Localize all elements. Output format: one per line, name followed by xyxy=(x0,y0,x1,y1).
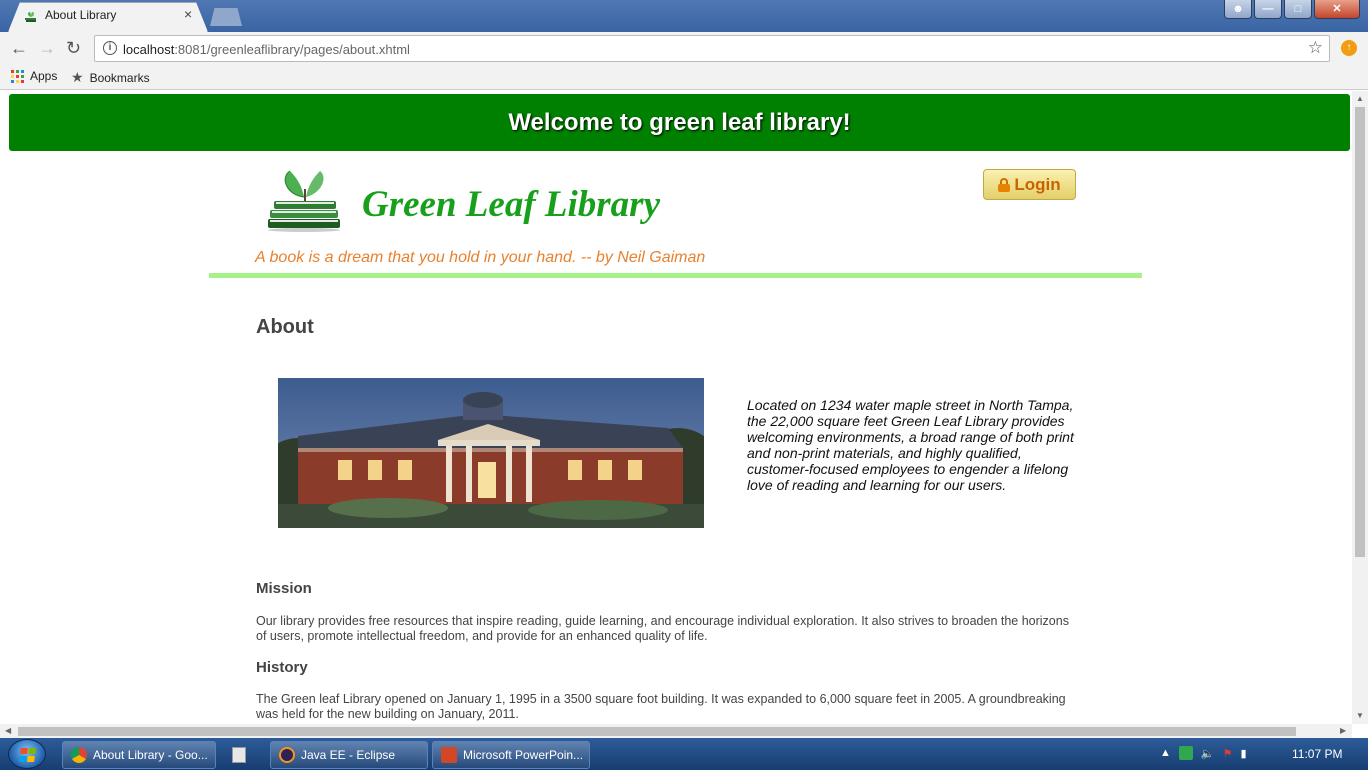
info-icon[interactable]: i xyxy=(103,41,117,55)
taskbar-chrome-label: About Library - Goo... xyxy=(93,748,208,762)
bookmark-bookmarks-label: Bookmarks xyxy=(89,70,150,85)
address-bar[interactable]: i localhost:8081/greenleaflibrary/pages/… xyxy=(94,35,1330,62)
vertical-scroll-thumb[interactable] xyxy=(1355,107,1365,557)
powerpoint-icon xyxy=(441,747,457,763)
taskbar-powerpoint[interactable]: Microsoft PowerPoin... xyxy=(432,741,590,769)
library-building-photo xyxy=(278,378,704,528)
close-window-icon[interactable]: ✕ xyxy=(1314,0,1360,19)
star-icon: ★ xyxy=(71,69,84,85)
login-label: Login xyxy=(1014,174,1061,194)
vertical-scrollbar[interactable]: ▲ ▼ xyxy=(1352,91,1368,724)
bookmark-star-icon[interactable]: ☆ xyxy=(1308,38,1323,58)
taskbar-powerpoint-label: Microsoft PowerPoin... xyxy=(463,748,584,762)
forward-arrow-icon[interactable]: → xyxy=(38,38,56,58)
window-controls: ☻ — □ ✕ xyxy=(1224,0,1360,20)
scroll-down-icon[interactable]: ▼ xyxy=(1356,711,1364,720)
maximize-icon[interactable]: □ xyxy=(1284,0,1312,19)
header-divider xyxy=(209,273,1142,278)
back-arrow-icon[interactable]: ← xyxy=(10,38,28,58)
horizontal-scroll-thumb[interactable] xyxy=(18,727,1296,736)
browser-toolbar: ← → ↻ i localhost:8081/greenleaflibrary/… xyxy=(0,32,1368,64)
books-logo-icon xyxy=(268,170,340,232)
lock-icon xyxy=(998,177,1011,192)
new-tab-button[interactable] xyxy=(210,8,242,26)
bookmark-bookmarks[interactable]: ★ Bookmarks xyxy=(71,69,150,86)
login-button[interactable]: Login xyxy=(983,169,1076,200)
user-icon[interactable]: ☻ xyxy=(1224,0,1252,19)
about-description: Located on 1234 water maple street in No… xyxy=(747,397,1074,493)
minimize-icon[interactable]: — xyxy=(1254,0,1282,19)
windows-taskbar: About Library - Goo... Java EE - Eclipse… xyxy=(0,738,1368,770)
leaf-favicon-icon xyxy=(25,12,36,22)
bookmark-apps[interactable]: Apps xyxy=(11,69,57,83)
page-viewport: Welcome to green leaf library! Green Lea… xyxy=(0,91,1352,724)
tab-close-icon[interactable]: × xyxy=(184,6,192,22)
history-text: The Green leaf Library opened on January… xyxy=(256,692,1066,721)
tab-title: About Library xyxy=(45,8,117,22)
header-quote: A book is a dream that you hold in your … xyxy=(255,249,706,266)
scroll-up-icon[interactable]: ▲ xyxy=(1356,94,1364,103)
library-logo-text: Green Leaf Library xyxy=(362,184,660,225)
system-tray: ▲ 🔈 ⚑ ▮ xyxy=(1160,746,1247,760)
show-hidden-icons[interactable]: ▲ xyxy=(1160,747,1171,759)
security-tray-icon[interactable] xyxy=(1178,746,1193,760)
horizontal-scrollbar[interactable]: ◀ ▶ xyxy=(0,724,1352,738)
bookmarks-bar: Apps ★ Bookmarks xyxy=(0,64,1368,90)
chrome-icon xyxy=(71,747,87,763)
apps-icon xyxy=(11,69,24,83)
extension-icon[interactable]: ↑ xyxy=(1341,40,1357,56)
network-icon[interactable]: ▮ xyxy=(1240,747,1246,760)
action-center-icon[interactable]: ⚑ xyxy=(1223,747,1233,760)
about-heading: About xyxy=(256,316,314,338)
history-heading: History xyxy=(256,659,308,676)
scroll-left-icon[interactable]: ◀ xyxy=(5,726,11,735)
mission-text: Our library provides free resources that… xyxy=(256,614,1069,643)
browser-titlebar: About Library × ☻ — □ ✕ xyxy=(0,0,1368,32)
windows-logo-icon xyxy=(19,748,37,762)
url-text: localhost:8081/greenleaflibrary/pages/ab… xyxy=(123,42,410,57)
start-button[interactable] xyxy=(8,739,46,769)
taskbar-eclipse[interactable]: Java EE - Eclipse xyxy=(270,741,428,769)
taskbar-calculator[interactable] xyxy=(224,741,264,769)
reload-icon[interactable]: ↻ xyxy=(66,38,81,58)
volume-icon[interactable]: 🔈 xyxy=(1201,747,1215,760)
scroll-right-icon[interactable]: ▶ xyxy=(1340,726,1346,735)
taskbar-eclipse-label: Java EE - Eclipse xyxy=(301,748,396,762)
calculator-icon xyxy=(232,747,246,763)
bookmark-apps-label: Apps xyxy=(30,69,58,83)
mission-heading: Mission xyxy=(256,580,312,597)
welcome-banner: Welcome to green leaf library! xyxy=(9,94,1350,151)
eclipse-icon xyxy=(279,747,295,763)
taskbar-chrome[interactable]: About Library - Goo... xyxy=(62,741,216,769)
taskbar-clock[interactable]: 11:07 PM xyxy=(1292,747,1342,761)
